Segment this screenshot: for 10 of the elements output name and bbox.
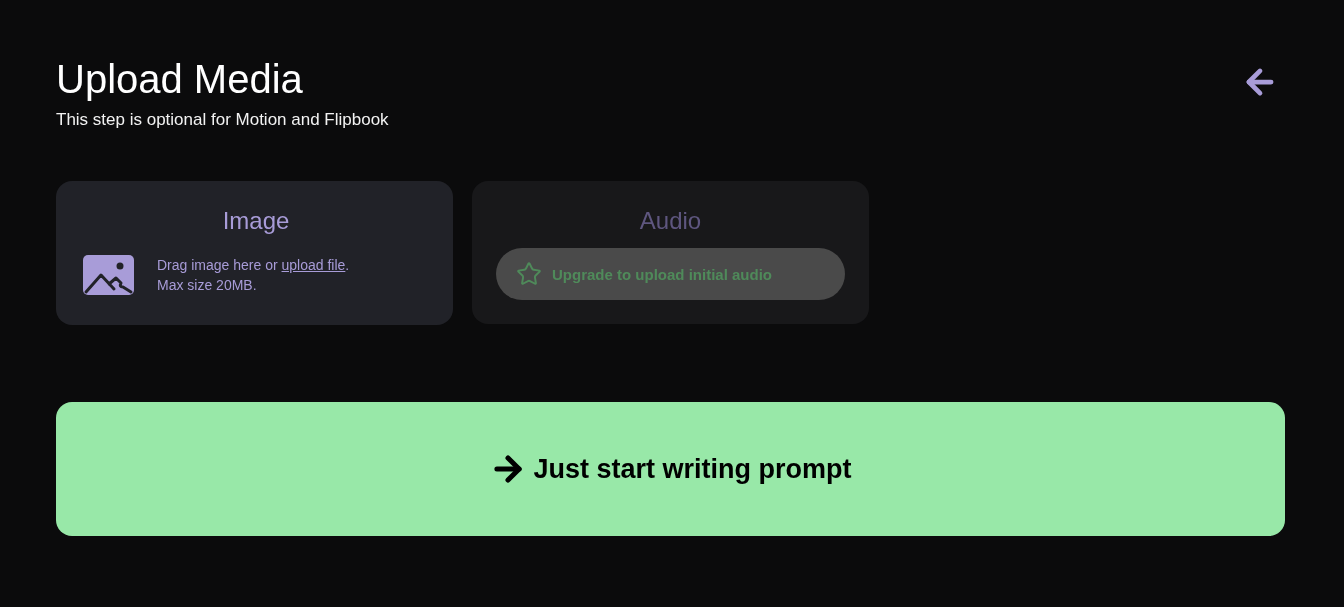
- card-title: Image: [222, 206, 290, 236]
- upload-file-link[interactable]: upload file: [281, 257, 346, 273]
- start-writing-button[interactable]: Just start writing prompt: [56, 402, 1285, 536]
- star-icon: [516, 261, 542, 287]
- drop-instructions: Drag image here or upload file.: [157, 256, 350, 275]
- size-limit-text: Max size 20MB.: [157, 276, 258, 295]
- image-icon: [83, 255, 134, 295]
- card-title: Audio: [639, 206, 702, 236]
- page-subtitle: This step is optional for Motion and Flipbook: [56, 109, 389, 131]
- page-title: Upload Media: [56, 56, 304, 103]
